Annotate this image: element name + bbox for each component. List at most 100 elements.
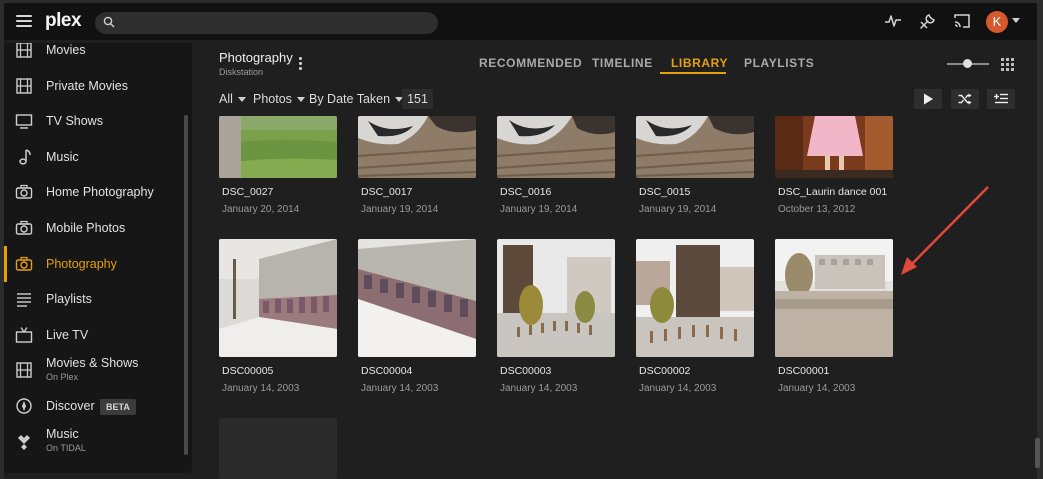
sidebar-item-label: Live TV xyxy=(46,328,89,342)
chevron-down-icon xyxy=(237,97,246,103)
hamburger-menu-icon[interactable] xyxy=(16,15,32,27)
photo-thumbnail[interactable] xyxy=(497,239,615,357)
sort-dropdown[interactable]: By Date Taken xyxy=(309,92,404,106)
sidebar-item-tv-shows[interactable]: TV Shows xyxy=(4,103,182,139)
sidebar-item-label: Music xyxy=(46,150,79,164)
main-scrollbar[interactable] xyxy=(1035,438,1040,468)
photo-title: DSC00004 xyxy=(361,365,413,377)
library-title: Photography xyxy=(219,50,293,65)
add-to-playlist-button[interactable] xyxy=(987,89,1015,109)
photo-title: DSC_0016 xyxy=(500,186,552,198)
beta-badge: BETA xyxy=(100,399,136,415)
play-icon xyxy=(924,93,933,105)
sidebar-item-label: Music xyxy=(46,427,79,441)
filter-all-dropdown[interactable]: All xyxy=(219,92,246,106)
sidebar-item-label: Movies & Shows xyxy=(46,356,139,370)
photo-date: January 14, 2003 xyxy=(361,383,439,394)
zoom-slider-handle[interactable] xyxy=(963,59,972,68)
filter-type-dropdown[interactable]: Photos xyxy=(253,92,305,106)
photo-date: January 19, 2014 xyxy=(500,204,578,215)
photo-thumbnail[interactable] xyxy=(775,239,893,357)
sidebar-item-music[interactable]: Music xyxy=(4,139,182,175)
library-server: Diskstation xyxy=(219,67,264,77)
sidebar-item-home-photography[interactable]: Home Photography xyxy=(4,174,182,210)
shuffle-icon xyxy=(958,93,972,105)
annotation-arrow xyxy=(901,186,989,275)
tab-timeline[interactable]: TIMELINE xyxy=(592,56,653,70)
sidebar-item-mobile-photos[interactable]: Mobile Photos xyxy=(4,210,182,246)
photo-date: January 19, 2014 xyxy=(639,204,717,215)
more-options-icon[interactable] xyxy=(299,57,303,72)
sidebar-item-playlists[interactable]: Playlists xyxy=(4,281,182,317)
photo-date: January 19, 2014 xyxy=(361,204,439,215)
compass-icon xyxy=(16,398,32,414)
sidebar-item-sublabel: On TIDAL xyxy=(46,443,86,453)
sidebar-item-label: Playlists xyxy=(46,292,92,306)
photo-date: January 14, 2003 xyxy=(639,383,717,394)
play-button[interactable] xyxy=(914,89,942,109)
film-icon xyxy=(16,78,32,94)
search-icon xyxy=(103,16,115,28)
photo-thumbnail[interactable] xyxy=(497,116,615,178)
search-input[interactable] xyxy=(121,14,425,34)
search-bar[interactable] xyxy=(95,12,438,34)
photo-thumbnail[interactable] xyxy=(358,116,476,178)
photo-title: DSC00002 xyxy=(639,365,691,377)
add-to-list-icon xyxy=(994,93,1008,104)
plex-logo[interactable]: plex xyxy=(45,10,82,32)
photo-date: January 14, 2003 xyxy=(500,383,578,394)
sidebar-item-label: TV Shows xyxy=(46,114,103,128)
tab-library[interactable]: LIBRARY xyxy=(671,56,728,70)
grid-view-icon[interactable] xyxy=(1001,58,1014,71)
tv-antenna-icon xyxy=(15,327,33,343)
sidebar-item-label: Photography xyxy=(46,257,117,271)
chevron-down-icon[interactable] xyxy=(1012,18,1020,23)
photo-thumbnail[interactable] xyxy=(775,116,893,178)
item-count: 151 xyxy=(402,89,433,109)
photo-title: DSC_Laurin dance 001 xyxy=(778,186,888,198)
photo-title: DSC_0027 xyxy=(222,186,274,198)
photo-title: DSC00005 xyxy=(222,365,274,377)
photo-thumbnail[interactable] xyxy=(636,116,754,178)
photo-thumbnail-loading[interactable] xyxy=(219,418,337,479)
sidebar-item-label: Movies xyxy=(46,43,86,57)
chevron-down-icon xyxy=(296,97,305,103)
sidebar-item-sublabel: On Plex xyxy=(46,372,79,382)
photo-date: January 14, 2003 xyxy=(778,383,856,394)
activity-icon[interactable] xyxy=(884,13,902,29)
playlist-icon xyxy=(17,293,31,307)
camera-icon xyxy=(15,184,33,199)
sidebar-scrollbar[interactable] xyxy=(184,115,188,455)
photo-title: DSC00003 xyxy=(500,365,552,377)
active-tab-underline xyxy=(660,72,726,74)
sidebar-item-photography[interactable]: Photography xyxy=(4,246,182,282)
sidebar-item-label: Home Photography xyxy=(46,185,154,199)
photo-date: January 14, 2003 xyxy=(222,383,300,394)
photo-date: October 13, 2012 xyxy=(778,204,856,215)
camera-icon xyxy=(15,256,33,271)
tab-recommended[interactable]: RECOMMENDED xyxy=(479,56,582,70)
photo-thumbnail[interactable] xyxy=(636,239,754,357)
shuffle-button[interactable] xyxy=(951,89,979,109)
photo-title: DSC_0017 xyxy=(361,186,413,198)
sidebar-item-movies-and-shows[interactable]: Movies & Shows On Plex xyxy=(4,352,182,388)
sidebar-item-discover[interactable]: Discover BETA xyxy=(4,388,182,424)
music-note-icon xyxy=(19,149,31,165)
sidebar-item-movies[interactable]: Movies xyxy=(4,43,182,68)
film-icon xyxy=(16,43,32,58)
sidebar-item-music-tidal[interactable]: Music On TIDAL xyxy=(4,423,182,459)
user-avatar[interactable]: K xyxy=(986,11,1008,33)
sidebar-item-private-movies[interactable]: Private Movies xyxy=(4,68,182,104)
top-bar: plex K xyxy=(4,3,1037,40)
tv-icon xyxy=(15,114,33,129)
camera-icon xyxy=(15,220,33,235)
photo-thumbnail[interactable] xyxy=(358,239,476,357)
tab-playlists[interactable]: PLAYLISTS xyxy=(744,56,814,70)
cast-icon[interactable] xyxy=(953,13,971,29)
photo-date: January 20, 2014 xyxy=(222,204,300,215)
sidebar-item-live-tv[interactable]: Live TV xyxy=(4,317,182,353)
photo-thumbnail[interactable] xyxy=(219,239,337,357)
settings-wrench-icon[interactable] xyxy=(918,13,936,31)
photo-thumbnail[interactable] xyxy=(219,116,337,178)
photo-title: DSC00001 xyxy=(778,365,830,377)
